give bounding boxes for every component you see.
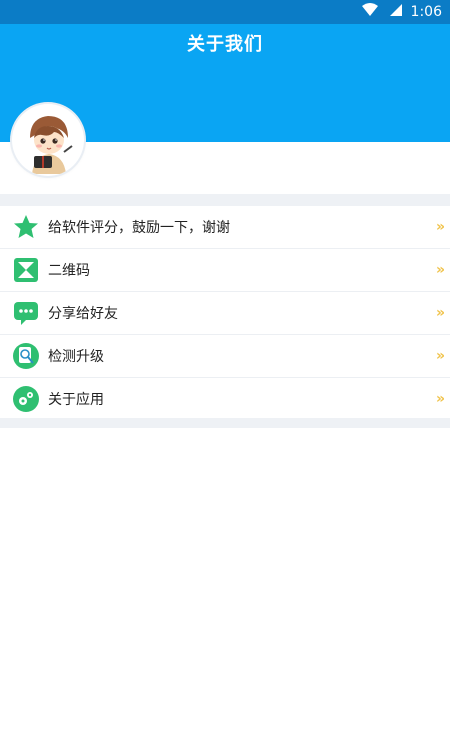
- time: 1:06: [410, 4, 442, 20]
- menu-item-label: 检测升级: [48, 349, 104, 365]
- chevron-right-icon: »: [435, 219, 445, 235]
- about-app-icon: [12, 385, 40, 413]
- status-icons: 1:06: [361, 3, 442, 21]
- menu-item-rate-app[interactable]: 给软件评分，鼓励一下，谢谢 »: [0, 206, 450, 249]
- chevron-right-icon: »: [435, 348, 445, 364]
- menu-item-label: 关于应用: [48, 392, 104, 408]
- cellular-icon: [387, 3, 403, 21]
- qr-code-icon: [12, 256, 40, 284]
- avatar[interactable]: [12, 104, 84, 176]
- chevron-right-icon: »: [435, 262, 445, 278]
- menu-item-label: 给软件评分，鼓励一下，谢谢: [48, 220, 230, 236]
- menu-item-share[interactable]: 分享给好友 »: [0, 292, 450, 335]
- menu-item-qr-code[interactable]: 二维码 »: [0, 249, 450, 292]
- section-divider: [0, 418, 450, 428]
- menu-list: 给软件评分，鼓励一下，谢谢 » 二维码 » 分享给好友 » 检测升级 » 关于应…: [0, 206, 450, 420]
- status-bar: 1:06: [0, 0, 450, 24]
- menu-item-label: 二维码: [48, 263, 90, 279]
- chevron-right-icon: »: [435, 391, 445, 407]
- avatar-illustration: [14, 106, 82, 174]
- menu-item-check-update[interactable]: 检测升级 »: [0, 335, 450, 378]
- search-update-icon: [12, 342, 40, 370]
- menu-item-label: 分享给好友: [48, 306, 118, 322]
- chevron-right-icon: »: [435, 305, 445, 321]
- share-icon: [12, 299, 40, 327]
- page-title: 关于我们: [187, 34, 263, 55]
- section-divider: [0, 194, 450, 206]
- menu-item-about-app[interactable]: 关于应用 »: [0, 378, 450, 420]
- star-icon: [12, 213, 40, 241]
- wifi-icon: [361, 3, 379, 21]
